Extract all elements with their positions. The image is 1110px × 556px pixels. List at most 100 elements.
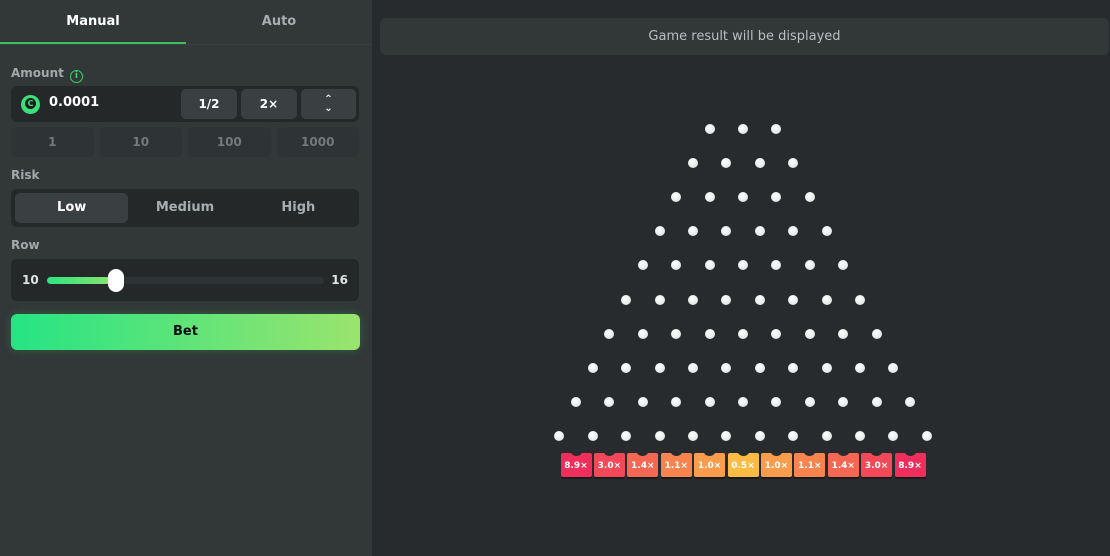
peg [687,362,698,373]
peg [671,328,682,339]
peg [637,328,648,339]
peg [621,294,632,305]
amount-presets: 1 10 100 1000 [11,127,359,157]
row-slider[interactable] [47,269,324,292]
risk-medium[interactable]: Medium [128,193,241,223]
peg [738,260,748,271]
peg [738,124,748,134]
multiplier-bucket: 1.0× [694,447,726,477]
risk-selector: Low Medium High [11,189,359,227]
row-max-value: 16 [331,273,348,287]
peg [871,396,882,407]
multiplier-bucket: 1.1× [660,447,692,477]
risk-high[interactable]: High [242,193,355,223]
preset-1[interactable]: 1 [11,127,94,157]
peg [888,430,899,441]
peg [854,430,865,441]
peg [771,260,782,271]
amount-label-wrap: Amount i [11,66,83,83]
game-result-bar: Game result will be displayed [380,18,1109,55]
peg [671,396,682,407]
peg [754,430,765,441]
peg [704,260,715,271]
peg [788,430,799,441]
peg [854,362,865,373]
peg [604,328,615,339]
row-label: Row [11,238,40,252]
peg [754,158,765,169]
peg [637,396,648,407]
peg [721,430,732,441]
peg [721,226,732,237]
peg [821,430,832,441]
peg [771,396,782,407]
preset-1000[interactable]: 1000 [276,127,359,157]
bet-controls-panel: Manual Auto Amounti 1/2 2× ⌃ ⌄ 1 10 100 … [0,0,372,556]
row-slider-box: 10 16 [11,259,359,301]
peg [838,396,849,407]
amount-input[interactable] [49,95,169,110]
peg [788,294,799,305]
peg [888,362,899,373]
peg [804,328,815,339]
multiplier-bucket: 1.0× [760,447,792,477]
half-button[interactable]: 1/2 [181,89,237,119]
peg [604,396,615,407]
peg [554,430,565,441]
peg [621,430,632,441]
peg [721,362,732,373]
risk-low[interactable]: Low [15,193,129,223]
peg [587,430,598,441]
preset-100[interactable]: 100 [188,127,271,157]
peg [754,226,765,237]
multiplier-bucket: 1.1× [794,447,826,477]
peg [721,294,732,305]
mode-tabs: Manual Auto [0,0,372,45]
risk-label: Risk [11,168,40,182]
peg [738,192,748,203]
peg [788,362,799,373]
peg [654,430,665,441]
peg [771,328,782,339]
info-icon[interactable]: i [69,70,83,83]
tab-auto[interactable]: Auto [186,0,372,44]
peg [687,294,698,305]
peg [671,260,682,271]
peg [921,430,932,441]
peg [771,124,782,134]
row-slider-thumb[interactable] [108,269,125,292]
multiplier-bucket: 0.5× [727,447,759,477]
row-current-value: 10 [22,273,39,287]
coin-icon [21,95,40,114]
peg [654,294,665,305]
peg [654,226,665,237]
peg [721,158,732,169]
tab-manual[interactable]: Manual [0,0,186,44]
peg [571,396,581,407]
peg [838,260,849,271]
peg [704,192,715,203]
chevron-down-icon[interactable]: ⌄ [324,104,332,114]
plinko-board: 8.9× 3.0× 1.4× 1.1× 1.0× 0.5× 1.0× 1.1× 1.4× 3.0×… [372,60,1110,556]
peg [788,158,799,169]
amount-stepper[interactable]: ⌃ ⌄ [301,89,356,119]
peg [704,328,715,339]
double-button[interactable]: 2× [241,89,297,119]
peg [804,396,815,407]
multiplier-bucket: 8.9× [894,447,926,477]
peg [704,124,715,134]
amount-field: 1/2 2× ⌃ ⌄ [11,86,359,122]
bet-button[interactable]: Bet [11,314,360,350]
peg [738,396,748,407]
peg [821,362,832,373]
preset-10[interactable]: 10 [99,127,182,157]
peg [804,260,815,271]
peg [738,328,748,339]
peg [771,192,782,203]
peg [788,226,799,237]
multiplier-bucket: 3.0× [593,447,625,477]
peg [704,396,715,407]
peg [905,396,915,407]
multiplier-bucket: 3.0× [861,447,893,477]
peg [687,158,698,169]
